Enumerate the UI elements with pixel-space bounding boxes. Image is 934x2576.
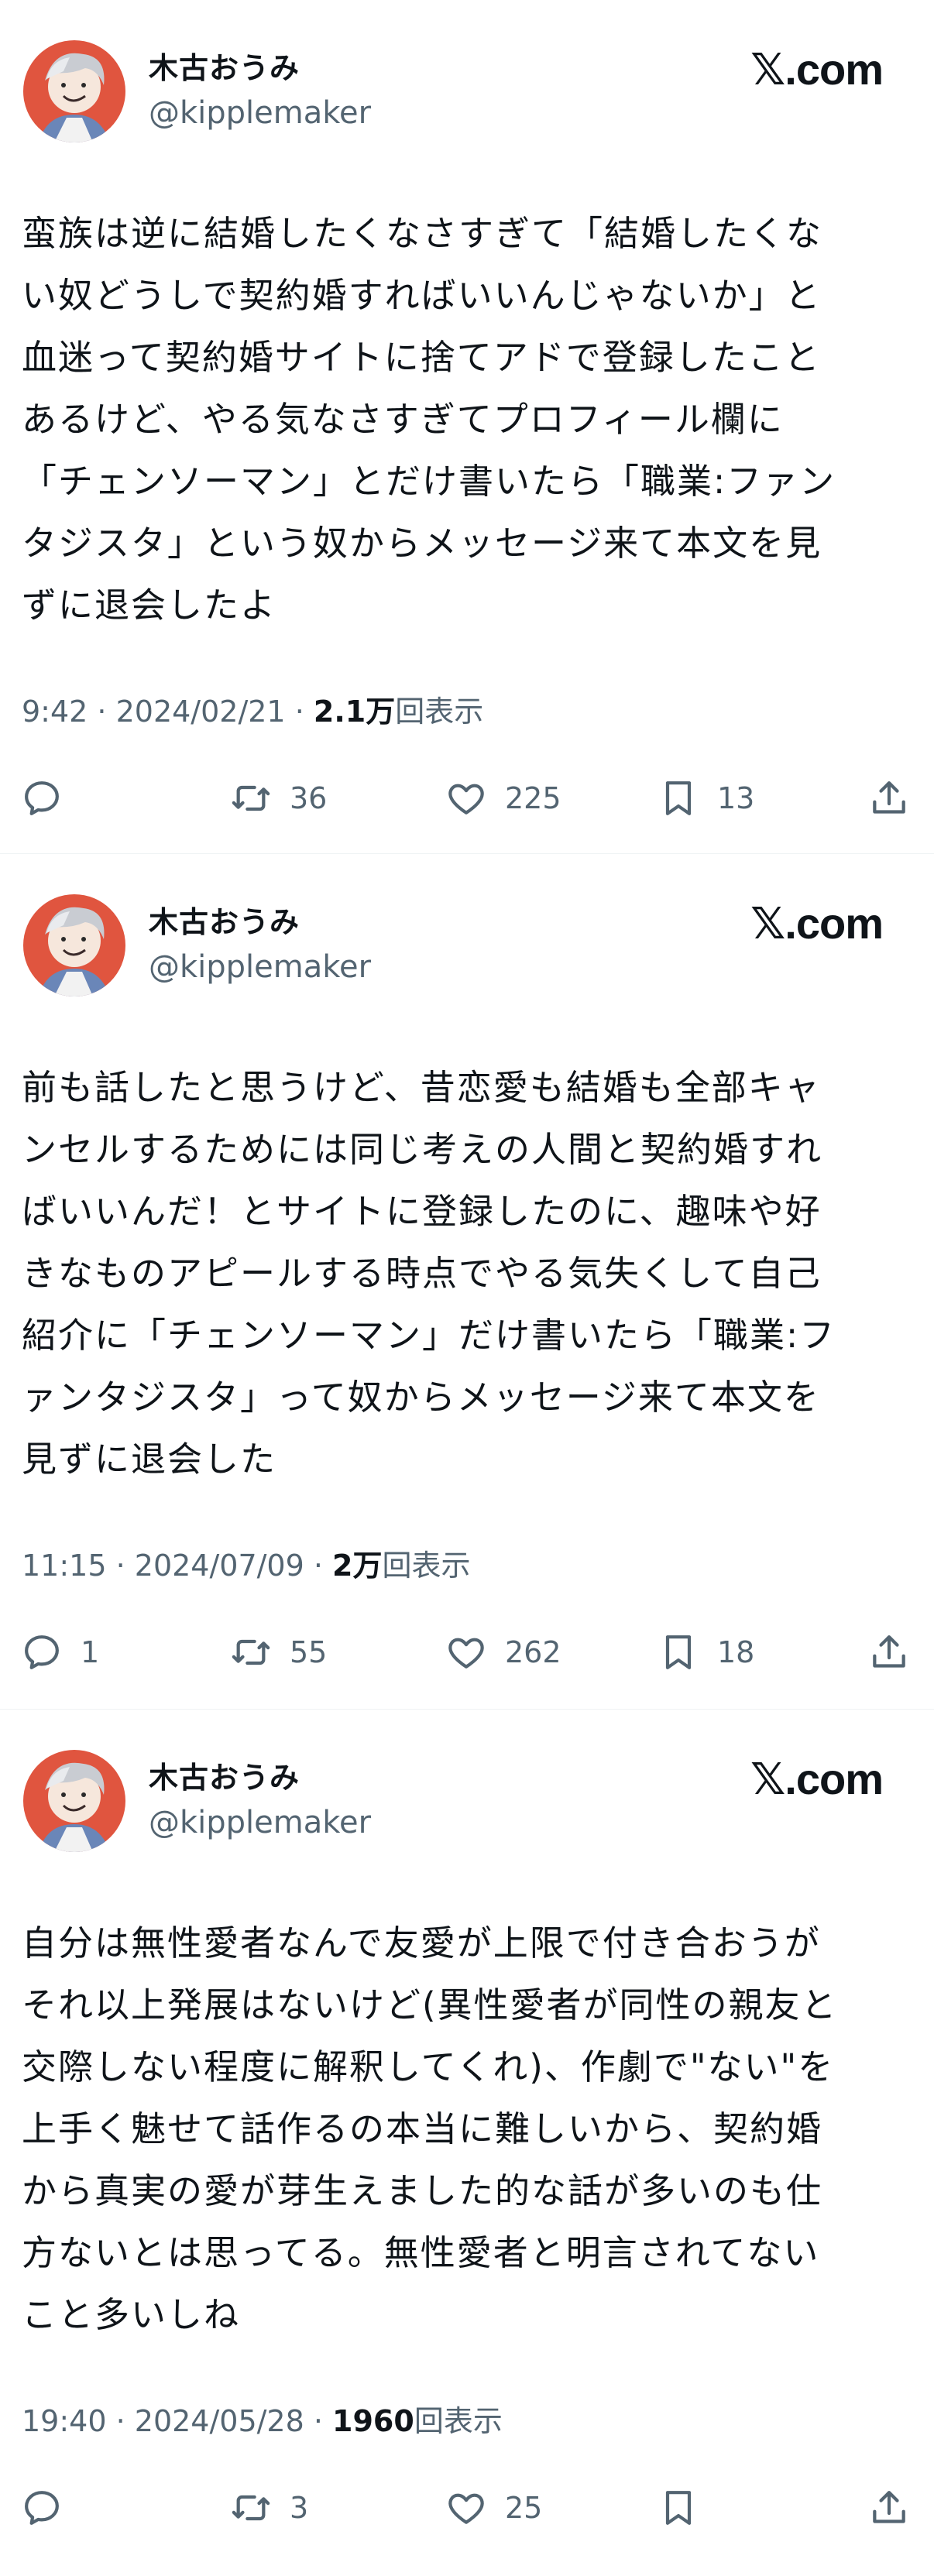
like-icon bbox=[448, 784, 484, 815]
tweet-time[interactable]: 19:40 bbox=[22, 2404, 107, 2438]
retweet-button[interactable]: 36 bbox=[229, 771, 327, 825]
user-handle[interactable]: @kipplemaker bbox=[149, 948, 371, 986]
share-button[interactable] bbox=[867, 771, 911, 825]
meta-separator: · bbox=[285, 695, 314, 729]
share-icon bbox=[873, 2491, 905, 2523]
like-icon bbox=[448, 1638, 484, 1669]
reply-count: 1 bbox=[81, 1635, 100, 1669]
x-com-logo: 𝕏.com bbox=[750, 1754, 884, 1803]
action-bar: 1 55 262 18 bbox=[0, 1625, 934, 1679]
avatar[interactable] bbox=[23, 40, 125, 142]
bookmark-icon bbox=[665, 781, 692, 815]
action-bar: 36 225 13 bbox=[0, 771, 934, 825]
meta-separator: · bbox=[106, 2404, 135, 2438]
like-button[interactable]: 262 bbox=[445, 1625, 561, 1679]
bookmark-icon bbox=[665, 2491, 692, 2525]
action-bar: 3 25 bbox=[0, 2481, 934, 2535]
display-name[interactable]: 木古おうみ bbox=[149, 1759, 300, 1796]
tweet-text: 蛮族は逆に結婚したくなさすぎて「結婚したくな い奴どうしで契約婚すればいいんじゃ… bbox=[22, 213, 836, 626]
tweet-meta: 11:15 · 2024/07/09 · 2万回表示 bbox=[22, 1547, 471, 1584]
like-button[interactable]: 25 bbox=[445, 2481, 542, 2535]
tweet-date[interactable]: 2024/05/28 bbox=[135, 2404, 304, 2438]
avatar-image bbox=[23, 1750, 125, 1852]
like-count: 225 bbox=[505, 781, 561, 815]
avatar[interactable] bbox=[23, 894, 125, 996]
reply-icon bbox=[25, 781, 59, 815]
tweet-meta: 19:40 · 2024/05/28 · 1960回表示 bbox=[22, 2403, 503, 2440]
meta-separator: · bbox=[88, 695, 116, 729]
user-handle[interactable]: @kipplemaker bbox=[149, 1804, 371, 1841]
reply-button[interactable] bbox=[20, 771, 81, 825]
meta-separator: · bbox=[304, 2404, 333, 2438]
bookmark-button[interactable] bbox=[657, 2481, 717, 2535]
bookmark-button[interactable]: 18 bbox=[657, 1625, 754, 1679]
retweet-count: 36 bbox=[290, 781, 328, 815]
tweet-card-2[interactable]: 木古おうみ @kipplemaker 𝕏.com 前も話したと思うけど、昔恋愛も… bbox=[0, 854, 934, 1709]
retweet-button[interactable]: 55 bbox=[229, 1625, 327, 1679]
avatar-image bbox=[23, 894, 125, 996]
retweet-count: 55 bbox=[290, 1635, 328, 1669]
bookmark-icon bbox=[665, 1635, 692, 1669]
view-count: 2万 bbox=[332, 1549, 383, 1583]
tweet-date[interactable]: 2024/02/21 bbox=[116, 695, 286, 729]
avatar[interactable] bbox=[23, 1750, 125, 1852]
tweet-text: 前も話したと思うけど、昔恋愛も結婚も全部キャ ンセルするためには同じ考えの人間と… bbox=[22, 1067, 836, 1480]
tweet-card-1[interactable]: 木古おうみ @kipplemaker 𝕏.com 蛮族は逆に結婚したくなさすぎて… bbox=[0, 0, 934, 853]
avatar-image bbox=[23, 40, 125, 142]
retweet-icon bbox=[232, 2495, 270, 2521]
bookmark-button[interactable]: 13 bbox=[657, 771, 754, 825]
view-count: 1960 bbox=[332, 2404, 414, 2438]
display-name[interactable]: 木古おうみ bbox=[149, 904, 300, 941]
retweet-button[interactable]: 3 bbox=[229, 2481, 308, 2535]
tweet-meta: 9:42 · 2024/02/21 · 2.1万回表示 bbox=[22, 693, 483, 730]
views-label: 回表示 bbox=[382, 1549, 471, 1583]
like-count: 262 bbox=[505, 1635, 561, 1669]
tweet-time[interactable]: 9:42 bbox=[22, 695, 88, 729]
meta-separator: · bbox=[304, 1549, 333, 1583]
display-name[interactable]: 木古おうみ bbox=[149, 50, 300, 87]
x-com-logo: 𝕏.com bbox=[750, 899, 884, 948]
like-count: 25 bbox=[505, 2491, 543, 2525]
tweet-text: 自分は無性愛者なんで友愛が上限で付き合おうが それ以上発展はないけど(異性愛者が… bbox=[22, 1923, 838, 2335]
tweet-date[interactable]: 2024/07/09 bbox=[135, 1549, 304, 1583]
retweet-icon bbox=[232, 785, 270, 811]
tweet-time[interactable]: 11:15 bbox=[22, 1549, 107, 1583]
share-button[interactable] bbox=[867, 2481, 911, 2535]
reply-button[interactable] bbox=[20, 2481, 81, 2535]
reply-button[interactable]: 1 bbox=[20, 1625, 99, 1679]
views-label: 回表示 bbox=[395, 695, 484, 729]
share-icon bbox=[873, 1635, 905, 1668]
share-button[interactable] bbox=[867, 1625, 911, 1679]
bookmark-count: 18 bbox=[717, 1635, 755, 1669]
retweet-icon bbox=[232, 1639, 270, 1665]
reply-icon bbox=[25, 1635, 59, 1669]
like-button[interactable]: 225 bbox=[445, 771, 561, 825]
share-icon bbox=[873, 781, 905, 814]
meta-separator: · bbox=[106, 1549, 135, 1583]
bookmark-count: 13 bbox=[717, 781, 755, 815]
x-com-logo: 𝕏.com bbox=[750, 45, 884, 94]
reply-icon bbox=[25, 2491, 59, 2525]
user-handle[interactable]: @kipplemaker bbox=[149, 94, 371, 132]
views-label: 回表示 bbox=[414, 2404, 503, 2438]
tweet-card-3[interactable]: 木古おうみ @kipplemaker 𝕏.com 自分は無性愛者なんで友愛が上限… bbox=[0, 1710, 934, 2576]
like-icon bbox=[448, 2493, 484, 2524]
view-count: 2.1万 bbox=[313, 695, 396, 729]
retweet-count: 3 bbox=[290, 2491, 309, 2525]
